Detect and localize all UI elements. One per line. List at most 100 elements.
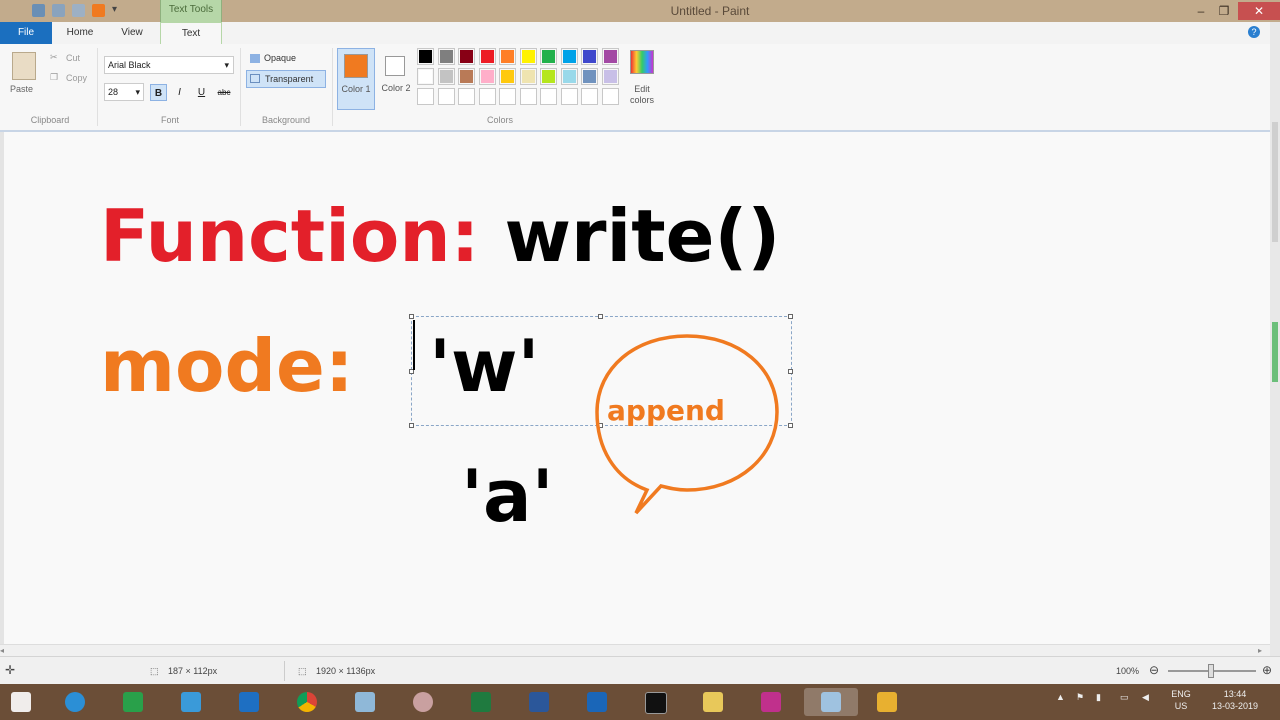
custom-color-slot[interactable] [519,88,537,105]
color1-button[interactable]: Color 1 [337,48,375,110]
custom-color-slot[interactable] [601,88,619,105]
palette-swatch[interactable] [581,68,598,85]
tab-view[interactable]: View [108,22,156,44]
volume-icon[interactable]: ◀ [1142,692,1149,703]
battery-icon[interactable]: ▭ [1120,692,1129,703]
close-button[interactable]: ✕ [1238,2,1280,20]
custom-color-slot[interactable] [417,88,434,105]
palette-swatch[interactable] [499,68,516,85]
tab-home[interactable]: Home [56,22,104,44]
custom-color-slot[interactable] [478,88,496,105]
palette-swatch[interactable] [417,68,434,85]
vertical-scrollbar[interactable] [1270,22,1280,678]
copy-button[interactable]: Copy [66,73,87,83]
word-icon[interactable] [522,688,556,716]
underline-button[interactable]: U [193,84,210,101]
bold-button[interactable]: B [150,84,167,101]
color-icon[interactable] [92,4,105,17]
font-size-select[interactable]: 28 ▾ [104,83,144,101]
separator [240,48,241,126]
outlook-icon[interactable] [580,688,614,716]
chrome-icon[interactable] [290,688,324,716]
text-cursor [413,320,415,370]
palette-swatch[interactable] [560,48,578,65]
custom-color-slot[interactable] [560,88,578,105]
quick-access-dropdown-icon[interactable]: ▾ [112,4,117,15]
minimize-button[interactable]: – [1190,2,1212,20]
swatch-color [419,70,432,83]
resize-handle[interactable] [788,314,793,319]
cmd-icon[interactable] [638,688,672,716]
paint-taskbar-button[interactable] [804,688,858,716]
palette-swatch[interactable] [601,48,619,65]
swatch-color [583,50,596,63]
palette-swatch[interactable] [519,68,537,85]
paste-icon[interactable] [12,52,36,80]
flag-icon[interactable]: ⚑ [1076,692,1084,703]
notepad-icon[interactable] [348,688,382,716]
palette-swatch[interactable] [478,68,496,85]
palette-swatch[interactable] [540,68,557,85]
strikethrough-button[interactable]: abc [213,84,235,101]
save-icon[interactable] [32,4,45,17]
redo-icon[interactable] [72,4,85,17]
zoom-out-icon[interactable]: ⊖ [1149,663,1159,677]
language: ENG [1171,689,1191,699]
custom-color-slot[interactable] [499,88,516,105]
custom-color-slot[interactable] [540,88,557,105]
palette-swatch[interactable] [458,48,475,65]
scroll-left-icon[interactable]: ◂ [0,646,4,655]
cut-button[interactable]: Cut [66,53,80,63]
palette-swatch[interactable] [540,48,557,65]
internet-explorer-icon[interactable] [58,688,92,716]
windows-start-icon[interactable] [4,688,38,716]
palette-swatch[interactable] [581,48,598,65]
zoom-in-icon[interactable]: ⊕ [1262,663,1272,677]
network-icon[interactable]: ▮ [1096,692,1101,703]
palette-swatch[interactable] [417,48,434,65]
scroll-right-icon[interactable]: ▸ [1258,646,1262,655]
undo-icon[interactable] [52,4,65,17]
italic-button[interactable]: I [171,84,188,101]
color2-button[interactable]: Color 2 [378,48,414,110]
computer-icon[interactable] [174,688,208,716]
network-app-icon[interactable] [870,688,904,716]
font-size-value: 28 [108,87,119,97]
palette-swatch[interactable] [437,48,455,65]
swatch-color [542,70,555,83]
explorer-folder-icon[interactable] [696,688,730,716]
palette-swatch[interactable] [560,68,578,85]
vertical-scroll-thumb[interactable] [1272,122,1278,242]
language-indicator[interactable]: ENG US [1170,688,1192,712]
paste-button[interactable]: Paste [10,84,33,94]
clock[interactable]: 13:44 13-03-2019 [1205,688,1265,712]
custom-color-slot[interactable] [458,88,475,105]
restore-button[interactable]: ❐ [1212,2,1236,20]
resize-handle[interactable] [409,314,414,319]
drawing-canvas[interactable]: Function: write() mode: 'w' 'a' append [0,132,1270,656]
font-family-select[interactable]: Arial Black ▾ [104,56,234,74]
paint-tool-icon[interactable] [406,688,440,716]
zoom-slider-thumb[interactable] [1208,664,1214,678]
swatch-color [480,70,494,83]
palette-swatch[interactable] [437,68,455,85]
show-hidden-icons[interactable]: ▲ [1056,692,1065,702]
edit-colors-icon[interactable] [630,50,654,74]
tab-file[interactable]: File [0,22,52,44]
palette-swatch[interactable] [458,68,475,85]
palette-swatch[interactable] [519,48,537,65]
palette-swatch[interactable] [601,68,619,85]
excel-icon[interactable] [464,688,498,716]
camera-icon[interactable] [754,688,788,716]
help-icon[interactable]: ? [1248,26,1260,38]
tab-text[interactable]: Text [160,22,222,45]
palette-swatch[interactable] [499,48,516,65]
resize-handle[interactable] [409,423,414,428]
store-icon[interactable] [116,688,150,716]
custom-color-slot[interactable] [581,88,598,105]
edit-colors-button[interactable]: Edit colors [624,84,660,106]
custom-color-slot[interactable] [437,88,455,105]
resize-handle[interactable] [598,314,603,319]
remote-desktop-icon[interactable] [232,688,266,716]
palette-swatch[interactable] [478,48,496,65]
